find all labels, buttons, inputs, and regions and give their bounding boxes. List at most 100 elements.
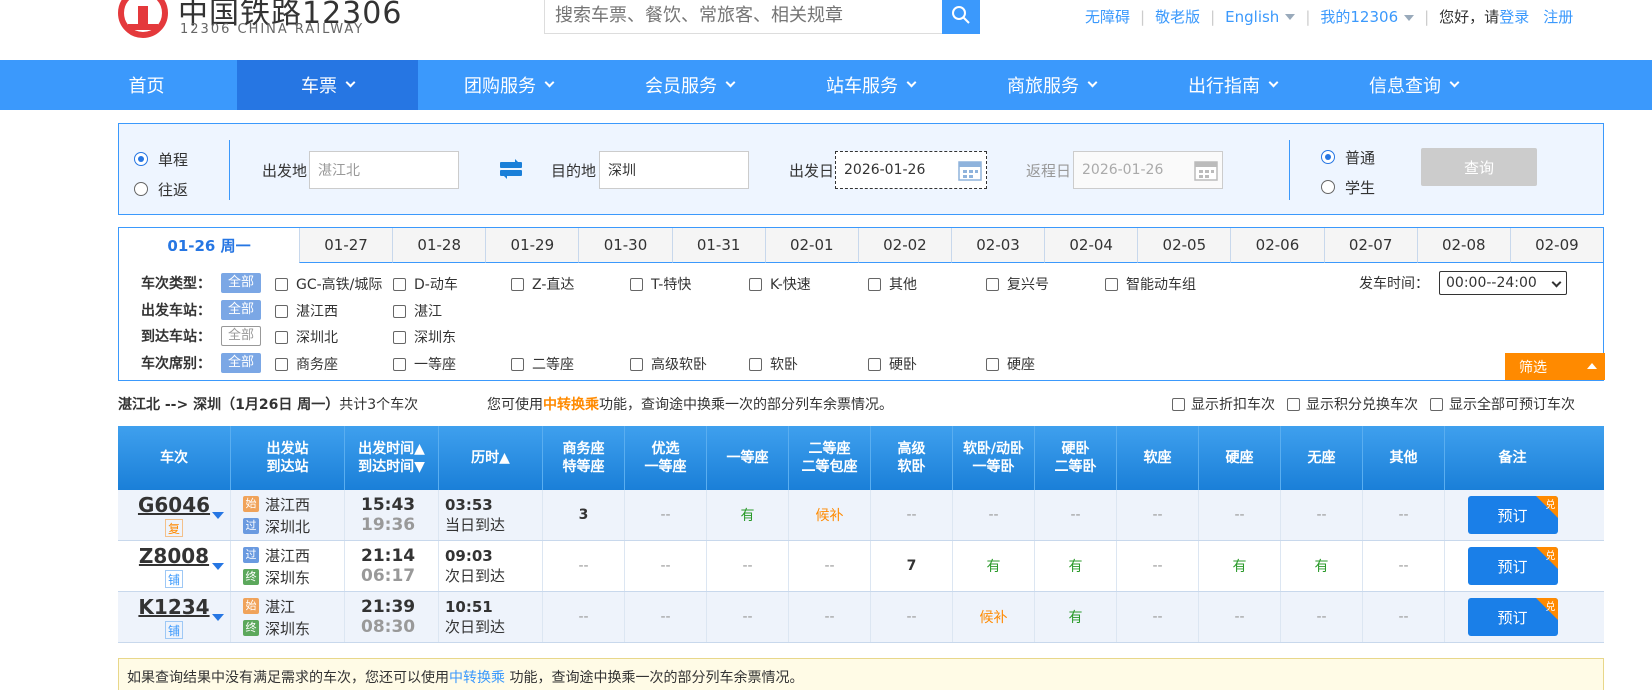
filter-checkbox[interactable]: 高级软卧 xyxy=(630,354,707,374)
filter-checkbox[interactable]: 一等座 xyxy=(393,354,456,374)
expand-stops-icon[interactable] xyxy=(212,563,224,570)
checkbox[interactable] xyxy=(1287,397,1300,411)
date-tab[interactable]: 01-28 xyxy=(392,228,486,263)
checkbox[interactable] xyxy=(1172,397,1185,411)
calendar-icon[interactable] xyxy=(958,159,982,181)
nav-guide[interactable]: 出行指南 xyxy=(1142,60,1323,110)
train-number-link[interactable]: K1234 xyxy=(138,595,209,619)
query-button[interactable]: 查询 xyxy=(1421,148,1537,186)
checkbox[interactable] xyxy=(1105,277,1118,291)
date-tab[interactable]: 01-30 xyxy=(578,228,672,263)
date-tab[interactable]: 02-08 xyxy=(1416,228,1510,263)
date-tab[interactable]: 01-31 xyxy=(671,228,765,263)
option-all[interactable]: 显示全部可预订车次 xyxy=(1430,394,1581,414)
checkbox[interactable] xyxy=(511,277,524,291)
nav-group[interactable]: 团购服务 xyxy=(418,60,599,110)
filter-checkbox[interactable]: 其他 xyxy=(868,274,917,294)
elderly-mode-link[interactable]: 敬老版 xyxy=(1155,6,1200,27)
seat-availability-cell[interactable]: 有 xyxy=(1198,541,1280,591)
radio-checked[interactable] xyxy=(1321,150,1335,164)
filter-checkbox[interactable]: 商务座 xyxy=(275,354,338,374)
student-option[interactable]: 学生 xyxy=(1321,172,1375,202)
filter-checkbox[interactable]: GC-高铁/城际 xyxy=(275,274,382,294)
checkbox[interactable] xyxy=(275,357,288,371)
depart-date-input[interactable]: 2026-01-26 xyxy=(835,151,987,189)
radio-checked[interactable] xyxy=(134,152,148,166)
train-type-all-button[interactable]: 全部 xyxy=(221,273,261,293)
filter-checkbox[interactable]: T-特快 xyxy=(630,274,691,294)
option-discount[interactable]: 显示折扣车次 xyxy=(1172,394,1281,414)
calendar-icon[interactable] xyxy=(1194,159,1218,181)
transfer-link[interactable]: 中转换乘 xyxy=(449,670,505,686)
seat-availability-cell[interactable]: 候补 xyxy=(788,490,870,540)
column-header[interactable]: 出发时间▲ 到达时间▼ xyxy=(344,426,438,490)
date-tab[interactable]: 02-03 xyxy=(950,228,1045,263)
expand-stops-icon[interactable] xyxy=(212,614,224,621)
checkbox[interactable] xyxy=(749,277,762,291)
checkbox[interactable] xyxy=(868,277,881,291)
train-number-link[interactable]: G6046 xyxy=(138,493,210,517)
checkbox[interactable] xyxy=(275,330,288,344)
filter-button[interactable]: 筛选 xyxy=(1505,353,1605,380)
option-points[interactable]: 显示积分兑换车次 xyxy=(1287,394,1424,414)
to-input[interactable]: 深圳 xyxy=(599,151,749,189)
nav-tickets[interactable]: 车票 xyxy=(237,60,418,110)
search-button[interactable] xyxy=(942,0,980,34)
filter-checkbox[interactable]: 软卧 xyxy=(749,354,798,374)
date-tab[interactable]: 02-05 xyxy=(1137,228,1231,263)
search-input[interactable] xyxy=(545,0,935,33)
nav-business[interactable]: 商旅服务 xyxy=(961,60,1142,110)
checkbox[interactable] xyxy=(275,304,288,318)
checkbox[interactable] xyxy=(868,357,881,371)
filter-checkbox[interactable]: 硬座 xyxy=(986,354,1035,374)
date-tab[interactable]: 02-09 xyxy=(1509,228,1603,263)
language-menu[interactable]: English xyxy=(1225,8,1296,26)
seat-availability-cell[interactable]: 3 xyxy=(542,490,624,540)
depart-station-all-button[interactable]: 全部 xyxy=(221,300,261,320)
checkbox[interactable] xyxy=(275,277,288,291)
date-tab[interactable]: 02-04 xyxy=(1044,228,1138,263)
normal-option[interactable]: 普通 xyxy=(1321,142,1375,172)
seat-type-all-button[interactable]: 全部 xyxy=(221,353,261,373)
checkbox[interactable] xyxy=(393,357,406,371)
book-button[interactable]: 预订 兑 xyxy=(1467,547,1558,585)
checkbox[interactable] xyxy=(986,277,999,291)
radio-unchecked[interactable] xyxy=(134,182,148,196)
seat-availability-cell[interactable]: 有 xyxy=(706,490,788,540)
date-tab[interactable]: 02-07 xyxy=(1323,228,1417,263)
nav-member[interactable]: 会员服务 xyxy=(599,60,780,110)
checkbox[interactable] xyxy=(511,357,524,371)
filter-checkbox[interactable]: 二等座 xyxy=(511,354,574,374)
round-trip-option[interactable]: 往返 xyxy=(134,174,188,204)
date-tab[interactable]: 01-29 xyxy=(485,228,579,263)
return-date-input[interactable]: 2026-01-26 xyxy=(1073,151,1223,189)
my12306-menu[interactable]: 我的12306 xyxy=(1320,6,1415,27)
column-header[interactable]: 历时▲ xyxy=(438,426,542,490)
seat-availability-cell[interactable]: 7 xyxy=(870,541,952,591)
filter-checkbox[interactable]: 湛江 xyxy=(393,301,442,321)
date-tab[interactable]: 02-01 xyxy=(764,228,858,263)
nav-info[interactable]: 信息查询 xyxy=(1323,60,1504,110)
swap-stations-icon[interactable] xyxy=(499,158,523,180)
seat-availability-cell[interactable]: 有 xyxy=(1034,541,1116,591)
accessible-link[interactable]: 无障碍 xyxy=(1085,6,1130,27)
arrive-station-all-button[interactable]: 全部 xyxy=(221,326,261,346)
seat-availability-cell[interactable]: 候补 xyxy=(952,592,1034,642)
expand-stops-icon[interactable] xyxy=(212,512,224,519)
date-tab[interactable]: 02-06 xyxy=(1230,228,1324,263)
nav-station[interactable]: 站车服务 xyxy=(780,60,961,110)
filter-checkbox[interactable]: 智能动车组 xyxy=(1105,274,1196,294)
checkbox[interactable] xyxy=(630,277,643,291)
depart-time-select[interactable]: 00:00--24:00 xyxy=(1439,271,1567,295)
filter-checkbox[interactable]: 湛江西 xyxy=(275,301,338,321)
filter-checkbox[interactable]: Z-直达 xyxy=(511,274,574,294)
filter-checkbox[interactable]: 深圳北 xyxy=(275,327,338,347)
seat-availability-cell[interactable]: 有 xyxy=(1280,541,1362,591)
checkbox[interactable] xyxy=(393,277,406,291)
checkbox[interactable] xyxy=(986,357,999,371)
train-number-link[interactable]: Z8008 xyxy=(139,544,209,568)
date-tab-active[interactable]: 01-26 周一 xyxy=(119,228,299,263)
transfer-link[interactable]: 中转换乘 xyxy=(543,397,599,413)
register-link[interactable]: 注册 xyxy=(1543,6,1573,27)
login-link[interactable]: 登录 xyxy=(1499,6,1529,27)
